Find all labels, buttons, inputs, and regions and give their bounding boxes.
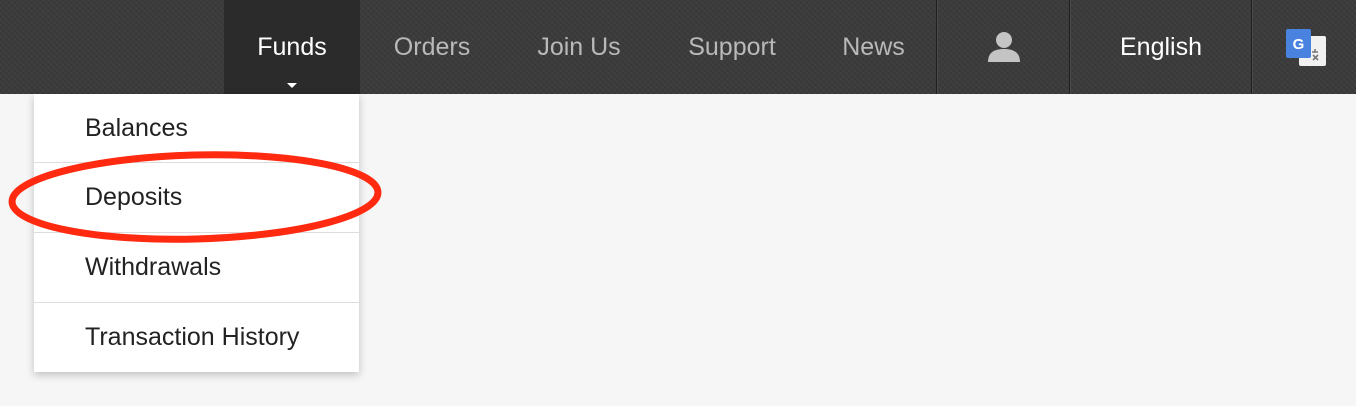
nav-join-us-label: Join Us (537, 32, 621, 61)
user-icon (987, 32, 1020, 62)
nav-news-label: News (842, 32, 905, 61)
nav-funds-label: Funds (257, 32, 327, 61)
google-translate-icon[interactable]: G (1285, 28, 1327, 68)
nav-news[interactable]: News (810, 0, 937, 94)
menu-item-withdrawals[interactable]: Withdrawals (34, 233, 359, 302)
caret-down-icon (287, 83, 297, 88)
menu-item-transaction-history[interactable]: Transaction History (34, 303, 359, 372)
nav-support[interactable]: Support (654, 0, 810, 94)
menu-item-label: Withdrawals (85, 253, 222, 281)
user-menu-button[interactable] (938, 0, 1069, 94)
menu-item-label: Deposits (85, 183, 183, 211)
nav-orders-label: Orders (393, 32, 471, 61)
top-navbar: Funds Orders Join Us Support News Englis… (0, 0, 1356, 94)
menu-item-deposits[interactable]: Deposits (34, 163, 359, 232)
svg-text:G: G (1293, 36, 1305, 53)
nav-support-label: Support (688, 32, 776, 61)
nav-orders[interactable]: Orders (360, 0, 504, 94)
nav-join-us[interactable]: Join Us (504, 0, 654, 94)
menu-item-balances[interactable]: Balances (34, 94, 359, 163)
language-selector[interactable]: English (1071, 0, 1251, 94)
menu-item-label: Transaction History (85, 323, 300, 351)
funds-dropdown-menu: Balances Deposits Withdrawals Transactio… (34, 94, 359, 372)
nav-divider (1251, 0, 1253, 94)
language-label: English (1120, 32, 1202, 61)
menu-item-label: Balances (85, 114, 188, 142)
nav-funds[interactable]: Funds (224, 0, 360, 94)
